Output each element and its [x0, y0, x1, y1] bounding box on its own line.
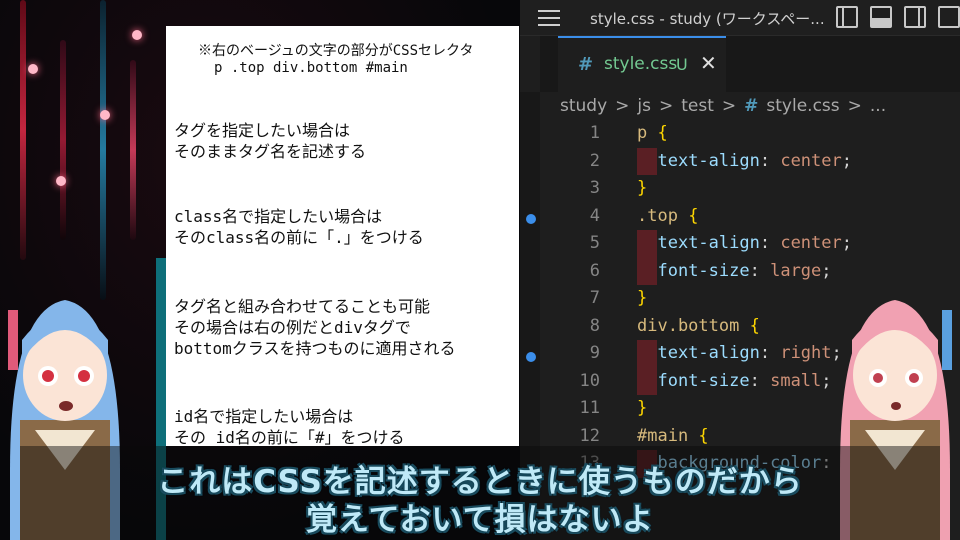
line-number: 7 [589, 288, 600, 308]
subtitle-line2: 覚えておいて損はないよ [306, 502, 654, 538]
code-text: } [637, 175, 647, 203]
breadcrumb: study > js > test > # style.css > ... [560, 92, 886, 120]
layout-controls [836, 6, 960, 28]
close-brace: } [637, 398, 648, 418]
code-text: div.bottom { [637, 313, 760, 341]
code-text: .top { [637, 203, 698, 231]
light-dot [132, 30, 142, 40]
line-number: 4 [589, 205, 600, 226]
light-dot [28, 64, 38, 74]
css-value: center [780, 150, 842, 171]
light-streak [20, 0, 26, 260]
change-marker-icon [526, 352, 536, 362]
toggle-sidebar-icon[interactable] [836, 6, 858, 28]
customize-layout-icon[interactable] [938, 6, 960, 28]
breadcrumb-separator: > [659, 96, 674, 116]
title-bar: style.css - study (ワークスペー... [520, 0, 960, 36]
open-brace: { [677, 205, 699, 226]
open-brace: { [739, 315, 760, 336]
line-number: 9 [589, 343, 600, 363]
code-text: p { [637, 120, 668, 148]
css-value: large [770, 260, 822, 281]
light-streak [130, 60, 136, 240]
breadcrumb-separator: > [721, 96, 737, 116]
notes-para-id: id名で指定したい場合は その id名の前に「#」をつける [174, 407, 405, 447]
line-number: 3 [589, 178, 600, 198]
line-number: 10 [579, 370, 600, 391]
code-line[interactable]: 3} [540, 175, 960, 203]
untracked-badge: U [676, 55, 688, 74]
line-number: 8 [589, 315, 600, 336]
line-number: 1 [589, 123, 600, 143]
code-text: font-size: large; [657, 260, 832, 281]
breadcrumb-folder-test[interactable]: test [681, 96, 714, 116]
css-selector: #main [637, 425, 689, 446]
css-value: center [780, 233, 842, 253]
light-dot [100, 110, 110, 120]
toggle-secondary-sidebar-icon[interactable] [904, 6, 926, 28]
breadcrumb-separator: > [615, 96, 630, 116]
menu-icon[interactable] [538, 10, 560, 26]
close-icon[interactable]: ✕ [700, 51, 717, 75]
open-brace: { [647, 123, 668, 143]
breadcrumb-folder-study[interactable]: study [560, 96, 607, 116]
light-streak [100, 0, 106, 300]
css-value: right [780, 343, 832, 363]
tab-style-css[interactable]: # style.css U ✕ [558, 36, 726, 92]
css-property: font-size [657, 370, 750, 391]
close-brace: } [637, 288, 648, 308]
breadcrumb-file[interactable]: style.css [766, 96, 839, 116]
line-number: 5 [589, 233, 600, 253]
breadcrumb-symbols[interactable]: ... [870, 96, 886, 116]
code-text: text-align: center; [657, 150, 852, 171]
css-selector: p [637, 123, 648, 143]
notes-header-line1: ※右のベージュの文字の部分がCSSセレクタ [198, 43, 474, 59]
breadcrumb-separator: > [847, 96, 862, 116]
light-streak [60, 40, 66, 240]
code-text: } [637, 285, 647, 313]
change-marker-icon [526, 214, 536, 224]
css-file-icon: # [744, 96, 759, 116]
code-text: } [637, 395, 647, 423]
close-brace: } [637, 178, 648, 198]
css-property: text-align [657, 233, 760, 253]
code-text: text-align: right; [657, 343, 842, 363]
css-property: font-size [657, 260, 750, 281]
line-number: 6 [589, 260, 600, 281]
notes-para-tag: タグを指定したい場合は そのままタグ名を記述する [174, 121, 367, 161]
notes-para-class: class名で指定したい場合は そのclass名の前に「.」をつける [174, 207, 424, 247]
window-title: style.css - study (ワークスペー... [590, 10, 825, 28]
toggle-panel-icon[interactable] [870, 6, 892, 28]
open-brace: { [688, 425, 709, 446]
css-selector: div.bottom [637, 315, 740, 336]
light-dot [56, 176, 66, 186]
code-line[interactable]: 5 text-align: center; [540, 230, 960, 258]
tab-label: style.css [604, 54, 678, 74]
code-text: font-size: small; [657, 370, 832, 391]
code-line[interactable]: 4 .top { [540, 203, 960, 231]
css-property: text-align [657, 343, 760, 363]
css-selector: .top [637, 205, 678, 226]
css-value: small [770, 370, 822, 391]
tab-bar: # style.css U ✕ [540, 36, 960, 92]
notes-header-line2: p .top div.bottom #main [214, 60, 408, 76]
code-text: text-align: center; [657, 233, 852, 253]
code-line[interactable]: 1 p { [540, 120, 960, 148]
breadcrumb-folder-js[interactable]: js [637, 96, 651, 116]
notes-para-combined: タグ名と組み合わせてることも可能 その場合は右の例だとdivタグで bottom… [174, 297, 456, 358]
line-number: 11 [579, 398, 600, 418]
line-number: 2 [589, 150, 600, 171]
notes-panel: ※右のベージュの文字の部分がCSSセレクタ p .top div.bottom … [166, 26, 519, 447]
css-file-icon: # [578, 54, 594, 75]
css-property: text-align [657, 150, 760, 171]
code-line[interactable]: 2 text-align: center; [540, 147, 960, 175]
